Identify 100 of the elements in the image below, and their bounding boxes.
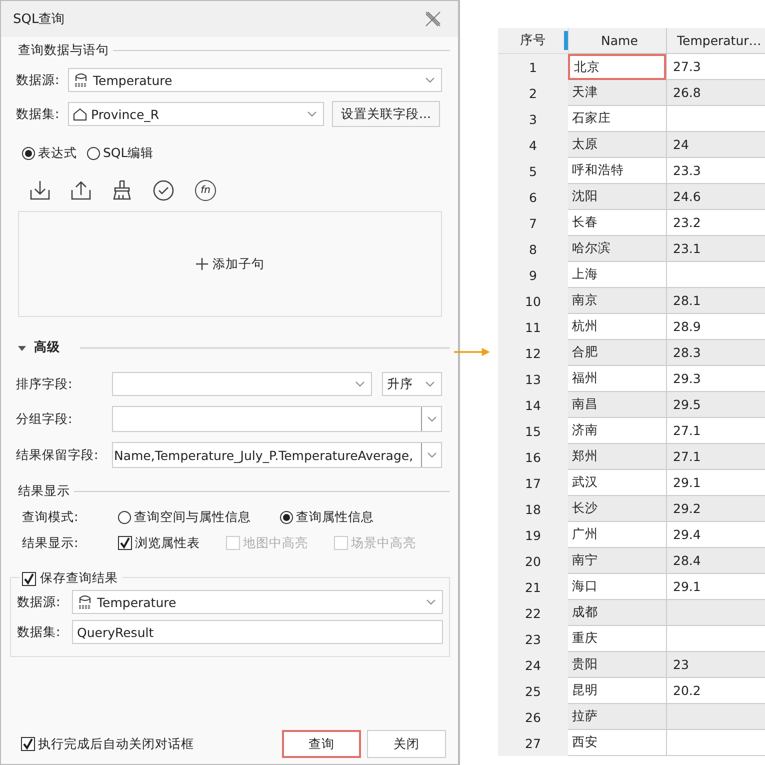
caret-icon [355, 381, 365, 387]
row-number: 3 [498, 106, 568, 132]
row-number: 16 [498, 444, 568, 470]
column-header[interactable]: 序号 [498, 28, 568, 54]
radio-button[interactable] [87, 147, 100, 160]
table-cell[interactable]: 28.3 [666, 340, 765, 366]
polygon-icon [73, 107, 87, 121]
sort-order-dropdown[interactable]: 升序 [382, 372, 442, 396]
checkbox-label: 场景中高亮 [351, 534, 416, 552]
table-cell[interactable]: 长沙 [568, 496, 666, 522]
row-number: 12 [498, 340, 568, 366]
dataset-dropdown[interactable]: Province_R [68, 102, 324, 126]
checkbox-label: 地图中高亮 [243, 534, 308, 552]
expander-icon[interactable] [18, 344, 26, 352]
table-cell[interactable]: 29.5 [666, 392, 765, 418]
datasource-dropdown[interactable]: Temperature [68, 68, 442, 92]
row-number: 9 [498, 262, 568, 288]
table-cell[interactable]: 27.1 [666, 444, 765, 470]
table-cell[interactable]: 太原 [568, 132, 666, 158]
table-cell[interactable]: 西安 [568, 730, 666, 756]
table-cell[interactable]: 郑州 [568, 444, 666, 470]
group-field-combo[interactable] [112, 406, 442, 432]
table-cell[interactable]: 24 [666, 132, 765, 158]
row-number: 1 [498, 54, 568, 80]
function-button[interactable]: fn [195, 180, 216, 200]
table-cell[interactable] [666, 704, 765, 730]
table-cell[interactable]: 南昌 [568, 392, 666, 418]
checkbox-label: 保存查询结果 [40, 570, 118, 587]
radio-label: SQL编辑 [103, 145, 154, 162]
checkbox[interactable] [21, 737, 35, 751]
checkbox-label: 执行完成后自动关闭对话框 [38, 736, 194, 752]
export-icon[interactable] [71, 180, 91, 200]
table-cell[interactable]: 26.8 [666, 80, 765, 106]
table-cell[interactable]: 28.1 [666, 288, 765, 314]
column-header[interactable]: Name [568, 28, 666, 54]
table-cell[interactable]: 南宁 [568, 548, 666, 574]
table-cell[interactable]: 23 [666, 652, 765, 678]
row-number: 20 [498, 548, 568, 574]
datasource-dropdown[interactable]: Temperature [72, 590, 443, 614]
field-label: 数据源: [16, 72, 60, 88]
table-cell[interactable]: 南京 [568, 288, 666, 314]
add-clause-button[interactable]: 添加子句 [190, 254, 270, 274]
row-number: 8 [498, 236, 568, 262]
section-title: 查询数据与语句 [17, 42, 109, 58]
caret-icon [426, 599, 436, 605]
caret-icon [425, 381, 435, 387]
close-icon[interactable] [425, 11, 441, 27]
retain-fields-combo[interactable]: Name,Temperature_July_P.TemperatureAverage, [112, 442, 442, 468]
table-cell[interactable]: 北京 [568, 54, 666, 80]
field-label: 数据集: [16, 106, 60, 122]
row-number: 4 [498, 132, 568, 158]
radio-label: 表达式 [38, 145, 77, 162]
table-cell[interactable]: 23.1 [666, 236, 765, 262]
field-label: 数据源: [17, 594, 62, 610]
row-number: 14 [498, 392, 568, 418]
dialog-button[interactable]: 关闭 [367, 730, 446, 758]
field-label: 查询模式: [22, 508, 80, 526]
column-header[interactable]: Temperatur… [666, 28, 765, 54]
table-cell[interactable] [666, 730, 765, 756]
row-number: 17 [498, 470, 568, 496]
table-cell[interactable]: 沈阳 [568, 184, 666, 210]
radio-label: 查询属性信息 [296, 508, 374, 526]
table-cell[interactable]: 24.6 [666, 184, 765, 210]
row-number: 15 [498, 418, 568, 444]
caret-icon [307, 111, 317, 117]
set-related-fields-button[interactable]: 设置关联字段... [332, 101, 440, 127]
window-title: SQL查询 [13, 11, 65, 28]
radio-button[interactable] [118, 510, 131, 524]
sort-field-dropdown[interactable] [112, 372, 372, 396]
import-icon[interactable] [30, 180, 50, 200]
field-label: 结果显示: [22, 534, 80, 552]
row-number: 6 [498, 184, 568, 210]
checkbox[interactable] [22, 572, 36, 586]
field-label: 结果保留字段: [16, 446, 100, 464]
database-icon [77, 594, 93, 610]
table-cell[interactable]: 贵阳 [568, 652, 666, 678]
check-circle-icon[interactable] [153, 180, 174, 200]
checkbox[interactable] [118, 536, 132, 550]
caret-icon [426, 416, 436, 422]
table-cell[interactable]: 29.2 [666, 496, 765, 522]
brush-icon[interactable] [112, 180, 132, 200]
dialog-button[interactable]: 查询 [282, 730, 361, 758]
table-cell[interactable]: 合肥 [568, 340, 666, 366]
row-number: 13 [498, 366, 568, 392]
dataset-name-field[interactable]: QueryResult [72, 620, 443, 644]
table-cell[interactable] [666, 600, 765, 626]
table-cell[interactable]: 哈尔滨 [568, 236, 666, 262]
row-number: 22 [498, 600, 568, 626]
row-number: 26 [498, 704, 568, 730]
field-label: 分组字段: [16, 410, 74, 428]
row-number: 25 [498, 678, 568, 704]
table-cell[interactable]: 天津 [568, 80, 666, 106]
radio-button[interactable] [280, 510, 293, 524]
row-number: 2 [498, 80, 568, 106]
row-number: 27 [498, 730, 568, 756]
table-cell[interactable]: 拉萨 [568, 704, 666, 730]
radio-button[interactable] [22, 147, 35, 160]
table-cell[interactable]: 28.4 [666, 548, 765, 574]
caret-icon [425, 77, 435, 83]
table-cell[interactable]: 成都 [568, 600, 666, 626]
